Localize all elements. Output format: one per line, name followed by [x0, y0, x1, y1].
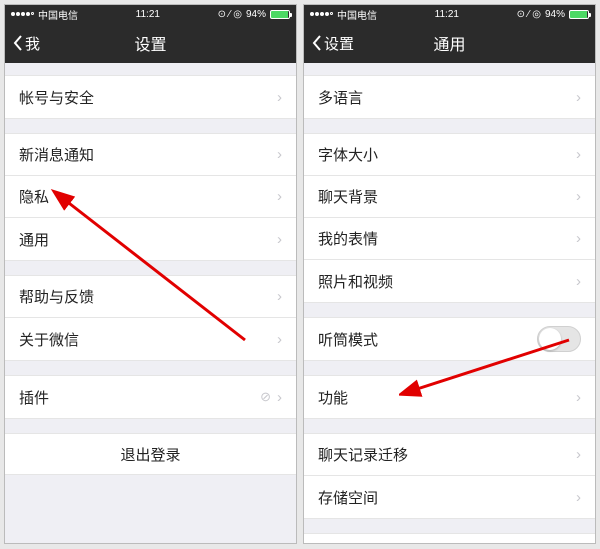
clock-label: 11:21	[435, 9, 459, 20]
general-screen: 中国电信 11:21 ⊙ ⁄ ◎ 94% 设置 通用 多语言 ›	[303, 4, 596, 544]
chevron-right-icon: ›	[576, 273, 581, 290]
back-button[interactable]: 设置	[312, 33, 354, 54]
content-area: 帐号与安全 › 新消息通知 › 隐私 › 通用 ›	[5, 63, 296, 543]
cell-label: 聊天背景	[318, 186, 576, 207]
chevron-right-icon: ›	[576, 188, 581, 205]
chevron-left-icon	[13, 35, 23, 51]
nav-bar: 设置 通用	[304, 23, 595, 63]
back-button[interactable]: 我	[13, 33, 40, 54]
cell-about[interactable]: 关于微信 ›	[5, 318, 296, 360]
cell-label: 多语言	[318, 87, 576, 108]
cell-chat-migrate[interactable]: 聊天记录迁移 ›	[304, 434, 595, 476]
status-bar: 中国电信 11:21 ⊙ ⁄ ◎ 94%	[304, 5, 595, 23]
back-label: 我	[25, 33, 40, 54]
chevron-right-icon: ›	[277, 231, 282, 248]
clear-history-button[interactable]: 清空聊天记录	[304, 533, 595, 543]
cell-help-feedback[interactable]: 帮助与反馈 ›	[5, 276, 296, 318]
cell-label: 功能	[318, 387, 576, 408]
chevron-right-icon: ›	[576, 489, 581, 506]
nav-bar: 我 设置	[5, 23, 296, 63]
cell-stickers[interactable]: 我的表情 ›	[304, 218, 595, 260]
carrier-label: 中国电信	[38, 7, 78, 22]
carrier-label: 中国电信	[337, 7, 377, 22]
cell-label: 帐号与安全	[19, 87, 277, 108]
cell-label: 通用	[19, 229, 277, 250]
battery-icon	[569, 10, 589, 19]
cell-label: 聊天记录迁移	[318, 444, 576, 465]
cell-label: 字体大小	[318, 144, 576, 165]
logout-button[interactable]: 退出登录	[5, 433, 296, 475]
cell-label: 听筒模式	[318, 329, 537, 350]
cell-label: 我的表情	[318, 228, 576, 249]
clock-label: 11:21	[136, 9, 160, 20]
chevron-right-icon: ›	[277, 146, 282, 163]
battery-icon	[270, 10, 290, 19]
chevron-right-icon: ›	[277, 331, 282, 348]
settings-screen: 中国电信 11:21 ⊙ ⁄ ◎ 94% 我 设置 帐号与安全 ›	[4, 4, 297, 544]
earmode-toggle[interactable]	[537, 326, 581, 352]
cell-storage[interactable]: 存储空间 ›	[304, 476, 595, 518]
back-label: 设置	[324, 33, 354, 54]
signal-dots-icon	[11, 12, 34, 16]
cell-photos-videos[interactable]: 照片和视频 ›	[304, 260, 595, 302]
nav-title: 设置	[5, 31, 296, 55]
alarm-icon: ⊙ ⁄ ◎	[517, 9, 541, 20]
logout-label: 退出登录	[120, 444, 180, 465]
cell-general[interactable]: 通用 ›	[5, 218, 296, 260]
cell-label: 关于微信	[19, 329, 277, 350]
chevron-right-icon: ›	[277, 389, 282, 406]
chevron-right-icon: ›	[277, 89, 282, 106]
chevron-right-icon: ›	[576, 230, 581, 247]
cell-notifications[interactable]: 新消息通知 ›	[5, 134, 296, 176]
cell-plugins[interactable]: 插件 ⊘ ›	[5, 376, 296, 418]
signal-dots-icon	[310, 12, 333, 16]
battery-percent: 94%	[246, 9, 266, 20]
chevron-right-icon: ›	[576, 446, 581, 463]
cell-privacy[interactable]: 隐私 ›	[5, 176, 296, 218]
cell-chat-bg[interactable]: 聊天背景 ›	[304, 176, 595, 218]
plugin-icon: ⊘	[260, 389, 271, 405]
battery-percent: 94%	[545, 9, 565, 20]
chevron-right-icon: ›	[277, 288, 282, 305]
chevron-right-icon: ›	[576, 89, 581, 106]
cell-features[interactable]: 功能 ›	[304, 376, 595, 418]
chevron-right-icon: ›	[576, 146, 581, 163]
cell-label: 照片和视频	[318, 271, 576, 292]
status-bar: 中国电信 11:21 ⊙ ⁄ ◎ 94%	[5, 5, 296, 23]
cell-label: 插件	[19, 387, 260, 408]
chevron-left-icon	[312, 35, 322, 51]
cell-account-security[interactable]: 帐号与安全 ›	[5, 76, 296, 118]
cell-font-size[interactable]: 字体大小 ›	[304, 134, 595, 176]
cell-language[interactable]: 多语言 ›	[304, 76, 595, 118]
content-area: 多语言 › 字体大小 › 聊天背景 › 我的表情 › 照片和视频	[304, 63, 595, 543]
chevron-right-icon: ›	[576, 389, 581, 406]
cell-earmode[interactable]: 听筒模式	[304, 318, 595, 360]
chevron-right-icon: ›	[277, 188, 282, 205]
cell-label: 存储空间	[318, 487, 576, 508]
cell-label: 新消息通知	[19, 144, 277, 165]
alarm-icon: ⊙ ⁄ ◎	[218, 9, 242, 20]
cell-label: 帮助与反馈	[19, 286, 277, 307]
cell-label: 隐私	[19, 186, 277, 207]
